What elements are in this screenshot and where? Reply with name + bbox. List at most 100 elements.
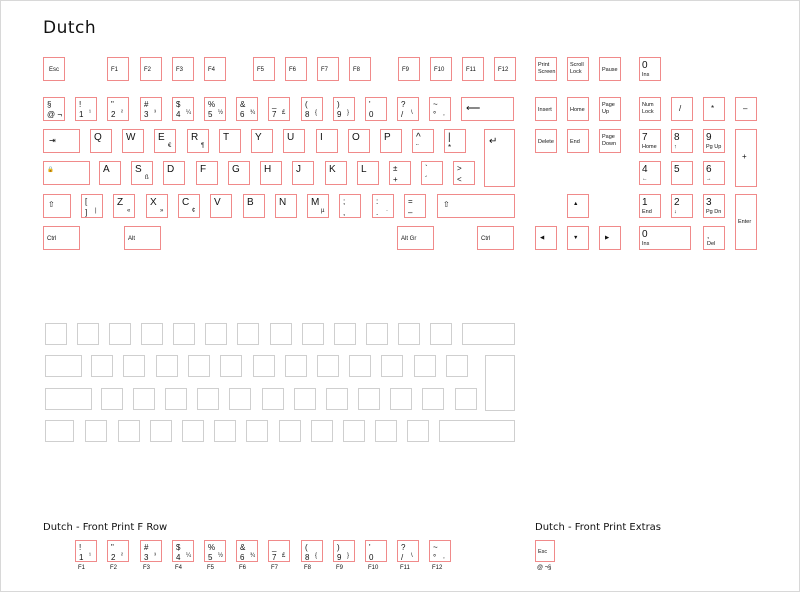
front-extras-esc[interactable]: Esc — [535, 540, 555, 562]
blank-key-r4-7[interactable] — [311, 420, 333, 442]
key-tab[interactable]: ⇥ — [43, 129, 80, 153]
key-alt-gr[interactable]: Alt Gr — [397, 226, 434, 250]
blank-key-r3-8[interactable] — [358, 388, 380, 410]
key-a-row-10[interactable]: ` ´ — [421, 161, 443, 185]
key-a-row-0[interactable]: A — [99, 161, 121, 185]
key-home[interactable]: Home — [567, 97, 589, 121]
front-f-row-key-2[interactable]: " 2 ² — [107, 540, 129, 562]
blank-key-r3-0[interactable] — [101, 388, 123, 410]
key-a-row-6[interactable]: J — [292, 161, 314, 185]
key-f3[interactable]: F3 — [172, 57, 194, 81]
key-number-2[interactable]: " 2 ² — [107, 97, 129, 121]
key-right-shift[interactable]: ⇧ — [437, 194, 515, 218]
key-numpad-plus[interactable]: + — [735, 129, 757, 187]
key-numpad-star[interactable]: * — [703, 97, 725, 121]
key-number-11[interactable]: ? / \ — [397, 97, 419, 121]
front-f-row-key-5[interactable]: % 5 ½ — [204, 540, 226, 562]
key-u[interactable]: U — [283, 129, 305, 153]
key-a-row-1[interactable]: Sß — [131, 161, 153, 185]
key-y[interactable]: Y — [251, 129, 273, 153]
key-f11[interactable]: F11 — [462, 57, 484, 81]
key-i[interactable]: I — [316, 129, 338, 153]
key-f5[interactable]: F5 — [253, 57, 275, 81]
blank-key-r3-9[interactable] — [390, 388, 412, 410]
blank-key-r3-5[interactable] — [262, 388, 284, 410]
key-numpad-4[interactable]: 4 ← — [639, 161, 661, 185]
blank-key-r2-3[interactable] — [188, 355, 210, 377]
blank-key-backspace[interactable] — [462, 323, 515, 345]
blank-key-r1-9[interactable] — [334, 323, 356, 345]
key-page-down[interactable]: Page Down — [599, 129, 621, 153]
key-number-9[interactable]: ) 9} — [333, 97, 355, 121]
key-numpad-minus[interactable]: – — [735, 97, 757, 121]
blank-key-r2-9[interactable] — [381, 355, 403, 377]
key-numpad-7[interactable]: 7 Home — [639, 129, 661, 153]
blank-key-r1-4[interactable] — [173, 323, 195, 345]
blank-key-r2-10[interactable] — [414, 355, 436, 377]
key-f1[interactable]: F1 — [107, 57, 129, 81]
key-a-row-9[interactable]: ± + — [389, 161, 411, 185]
key-z-row-7[interactable]: Mµ — [307, 194, 329, 218]
key-number-3[interactable]: #3 ³ — [140, 97, 162, 121]
front-f-row-key-12[interactable]: ~ ° ¸ — [429, 540, 451, 562]
key-a-row-5[interactable]: H — [260, 161, 282, 185]
blank-key-r4-4[interactable] — [214, 420, 236, 442]
key-end[interactable]: End — [567, 129, 589, 153]
key-print-screen[interactable]: Print Screen — [535, 57, 557, 81]
blank-key-r4-2[interactable] — [150, 420, 172, 442]
key-numpad-8[interactable]: 8 ↑ — [671, 129, 693, 153]
key-f6[interactable]: F6 — [285, 57, 307, 81]
blank-key-r4-1[interactable] — [118, 420, 140, 442]
key-q-row-10[interactable]: ^ ¨ — [412, 129, 434, 153]
key-z-row-9[interactable]: :. · — [372, 194, 394, 218]
key-t[interactable]: T — [219, 129, 241, 153]
blank-key-r2-2[interactable] — [156, 355, 178, 377]
blank-key-r1-12[interactable] — [430, 323, 452, 345]
key-a-row-8[interactable]: L — [357, 161, 379, 185]
blank-key-r2-7[interactable] — [317, 355, 339, 377]
front-f-row-key-10[interactable]: ' 0 — [365, 540, 387, 562]
blank-key-r3-6[interactable] — [294, 388, 316, 410]
key-o[interactable]: O — [348, 129, 370, 153]
blank-key-r1-11[interactable] — [398, 323, 420, 345]
blank-key-r4-8[interactable] — [343, 420, 365, 442]
front-f-row-key-4[interactable]: $4 ¼ — [172, 540, 194, 562]
blank-key-caps[interactable] — [45, 388, 92, 410]
front-f-row-key-9[interactable]: ) 9} — [333, 540, 355, 562]
front-f-row-key-11[interactable]: ? / \ — [397, 540, 419, 562]
key-backspace[interactable]: ⟵ — [461, 97, 514, 121]
key-w[interactable]: W — [122, 129, 144, 153]
blank-key-r1-1[interactable] — [77, 323, 99, 345]
key-right-ctrl[interactable]: Ctrl — [477, 226, 514, 250]
blank-key-r1-7[interactable] — [270, 323, 292, 345]
key-z-row-5[interactable]: B — [243, 194, 265, 218]
blank-key-r2-4[interactable] — [220, 355, 242, 377]
key-number-12[interactable]: ~ ° ¸ — [429, 97, 451, 121]
key-z-row-6[interactable]: N — [275, 194, 297, 218]
key-f8[interactable]: F8 — [349, 57, 371, 81]
key-f12[interactable]: F12 — [494, 57, 516, 81]
key-left-alt[interactable]: Alt — [124, 226, 161, 250]
key-f7[interactable]: F7 — [317, 57, 339, 81]
key-num-lock[interactable]: Num Lock — [639, 97, 661, 121]
blank-key-enter[interactable] — [485, 355, 515, 411]
key-numpad-0-ins-top[interactable]: 0 Ins — [639, 57, 661, 81]
key-numpad-0[interactable]: 0 Ins — [639, 226, 691, 250]
key-number-4[interactable]: $4 ¼ — [172, 97, 194, 121]
blank-key-r1-10[interactable] — [366, 323, 388, 345]
blank-key-rshift[interactable] — [439, 420, 515, 442]
blank-key-r3-3[interactable] — [197, 388, 219, 410]
key-numpad-5[interactable]: 5 — [671, 161, 693, 185]
blank-key-r4-5[interactable] — [246, 420, 268, 442]
key-q[interactable]: Q — [90, 129, 112, 153]
blank-key-r2-5[interactable] — [253, 355, 275, 377]
blank-key-r3-11[interactable] — [455, 388, 477, 410]
blank-key-r3-10[interactable] — [422, 388, 444, 410]
key-z-row-4[interactable]: V — [210, 194, 232, 218]
key-z-row-8[interactable]: ;, — [339, 194, 361, 218]
key-r[interactable]: R ¶ — [187, 129, 209, 153]
key-f10[interactable]: F10 — [430, 57, 452, 81]
blank-key-r3-2[interactable] — [165, 388, 187, 410]
key-number-8[interactable]: (8 { — [301, 97, 323, 121]
blank-key-tab[interactable] — [45, 355, 82, 377]
